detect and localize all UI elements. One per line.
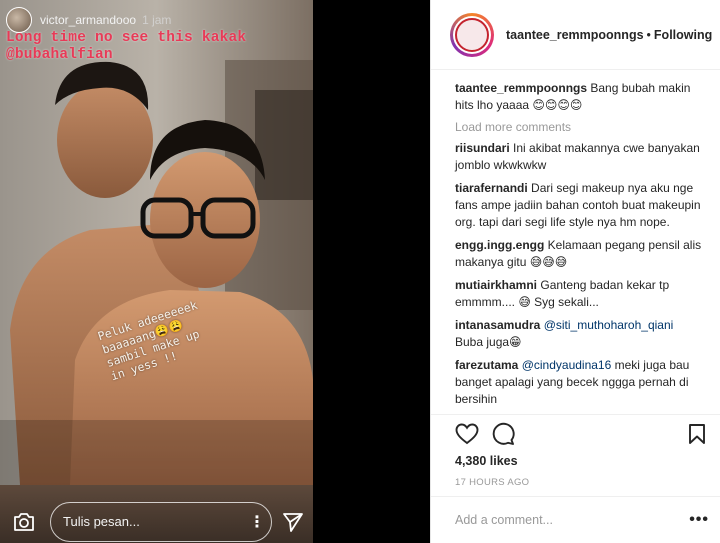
load-more-comments[interactable]: Load more comments: [455, 120, 704, 134]
story-caption-line: Long time no see this kakak: [6, 30, 247, 46]
add-comment-bar: Add a comment... •••: [431, 496, 720, 543]
post-panel: taantee_remmpoonngs • Following taantee_…: [430, 0, 720, 543]
story-photo: [0, 0, 313, 485]
comment-user[interactable]: riisundari: [455, 141, 510, 155]
heart-icon[interactable]: [455, 422, 479, 446]
more-options-icon[interactable]: ⋮: [249, 512, 265, 532]
story-panel: victor_armandooo 1 jam Long time no see …: [0, 0, 313, 543]
story-username[interactable]: victor_armandooo: [40, 13, 136, 27]
comment-user[interactable]: mutiairkhamni: [455, 278, 537, 292]
story-time: 1 jam: [142, 13, 172, 27]
send-icon[interactable]: [282, 511, 304, 533]
likes-count[interactable]: 4,380 likes: [455, 454, 518, 468]
story-reply-bar: Tulis pesan... ⋮: [0, 500, 313, 543]
message-input-box[interactable]: Tulis pesan... ⋮: [50, 501, 272, 542]
comment-item: riisundari Ini akibat makannya cwe banya…: [455, 140, 704, 174]
post-header: taantee_remmpoonngs • Following: [431, 0, 720, 70]
comment-item: intanasamudra @siti_muthoharoh_qiani Bub…: [455, 317, 704, 351]
comment-item: taantee_remmpoonngs Bang bubah makin hit…: [455, 80, 704, 114]
comment-item: farezutama @cindyaudina16 meki juga bau …: [455, 357, 704, 408]
story-caption-mention[interactable]: @bubahalfian: [6, 47, 246, 64]
story-caption: Long time no see this kakak @bubahalfian: [6, 30, 246, 64]
add-comment-input[interactable]: Add a comment...: [455, 513, 689, 527]
comment-user[interactable]: engg.ingg.engg: [455, 238, 544, 252]
post-username[interactable]: taantee_remmpoonngs: [506, 28, 644, 42]
comment-item: mutiairkhamni Ganteng badan kekar tp emm…: [455, 277, 704, 311]
post-timestamp: 17 HOURS AGO: [455, 477, 530, 488]
bookmark-icon[interactable]: [685, 422, 709, 446]
comment-mention[interactable]: @siti_muthoharoh_qiani: [544, 318, 674, 332]
comment-icon[interactable]: [491, 422, 515, 446]
comment-user[interactable]: taantee_remmpoonngs: [455, 81, 587, 95]
post-actions: [431, 414, 720, 452]
comment-user[interactable]: intanasamudra: [455, 318, 540, 332]
separator-dot: •: [646, 27, 651, 42]
comments-list: taantee_remmpoonngs Bang bubah makin hit…: [431, 70, 720, 412]
comment-item: tiarafernandi Dari segi makeup nya aku n…: [455, 180, 704, 231]
comment-user[interactable]: tiarafernandi: [455, 181, 528, 195]
message-input[interactable]: Tulis pesan...: [63, 514, 249, 529]
following-button[interactable]: Following: [654, 28, 712, 42]
comment-mention[interactable]: @cindyaudina16: [522, 358, 612, 372]
more-options-icon[interactable]: •••: [689, 511, 709, 529]
background-gap: [313, 0, 430, 543]
post-avatar[interactable]: [450, 12, 494, 57]
comment-user[interactable]: farezutama: [455, 358, 518, 372]
comment-text: Buba juga😁: [455, 335, 522, 349]
comment-item: engg.ingg.engg Kelamaan pegang pensil al…: [455, 237, 704, 271]
camera-icon[interactable]: [12, 510, 36, 534]
